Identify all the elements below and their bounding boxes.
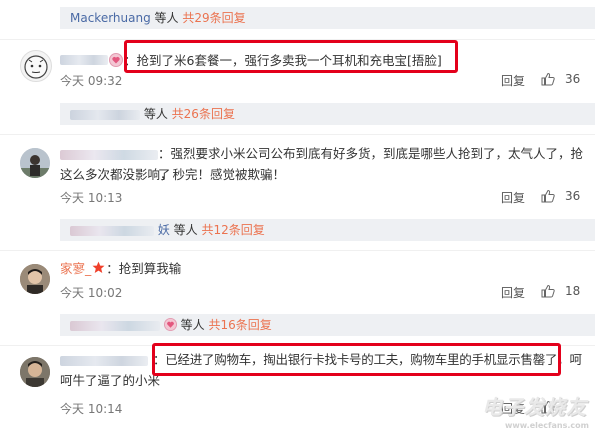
comment-time: 今天 10:02 [60,286,123,300]
avatar[interactable] [20,50,52,82]
person-photo-icon [20,148,50,178]
like-count: 36 [565,72,581,86]
divider [0,134,595,135]
watermark-url: www.elecfans.com [505,421,589,430]
view-replies-link[interactable]: 共12条回复 [202,223,265,237]
comment-text-line: 呵牛了逼了的小米 [60,373,161,388]
like-count: 36 [565,189,581,203]
highlight-box [124,40,458,73]
comment-username[interactable]: 家寥_ [60,261,91,276]
blurred-username [60,150,158,160]
reply-suffix: 等人 [154,11,179,25]
replies-bar: Mackerhuang 等人 共29条回复 [60,7,595,29]
comment-text: 家寥_ ：抢到算我输 [60,258,181,279]
view-replies-link[interactable]: 共16条回复 [209,318,272,332]
divider [0,250,595,251]
vip-heart-icon [163,318,177,331]
view-replies-link[interactable]: 共29条回复 [182,11,245,25]
blurred-username [60,55,108,65]
like-icon[interactable] [541,284,555,298]
comment-text: 呵牛了逼了的小米 [60,370,160,391]
reply-button[interactable]: 回复 [501,284,525,301]
comment-text-line: 这么多次都没影响，秒完！感觉被欺骗！ [60,167,286,182]
blurred-username [70,225,154,236]
replies-bar: 妖 等人 共12条回复 [60,219,595,241]
avatar[interactable] [20,264,50,294]
watermark-logo: 电子发烧友 [482,395,587,419]
reply-button[interactable]: 回复 [501,189,525,206]
person-photo-icon [20,357,50,387]
highlight-box [152,343,561,376]
star-badge-icon [92,261,105,273]
cartoon-face-icon [24,55,48,79]
comment-text: 这么多次都没影响，秒完！感觉被欺骗！ [60,164,285,185]
blurred-username [70,320,160,331]
blurred-username [60,356,148,366]
blurred-username [70,109,140,120]
replies-bar: 等人 共26条回复 [60,103,595,125]
like-icon[interactable] [541,189,555,203]
reply-username[interactable]: Mackerhuang [70,11,151,25]
reply-suffix: 等人 [143,107,168,121]
reply-suffix: 等人 [180,318,205,332]
avatar[interactable] [20,357,50,387]
avatar[interactable] [20,148,50,178]
comment-body: ：抢到算我输 [106,261,182,276]
reply-suffix: 等人 [173,223,198,237]
comment-time: 今天 09:32 [60,74,123,88]
reply-partial-name: 妖 [157,223,170,237]
vip-heart-icon [109,53,123,67]
comment-time: 今天 10:13 [60,191,123,205]
like-count: 18 [565,284,581,298]
person-photo-icon [20,264,50,294]
view-replies-link[interactable]: 共26条回复 [172,107,235,121]
like-icon[interactable] [541,72,555,86]
reply-button[interactable]: 回复 [501,72,525,89]
comment-time: 今天 10:14 [60,402,123,416]
replies-bar: 等人 共16条回复 [60,314,595,336]
